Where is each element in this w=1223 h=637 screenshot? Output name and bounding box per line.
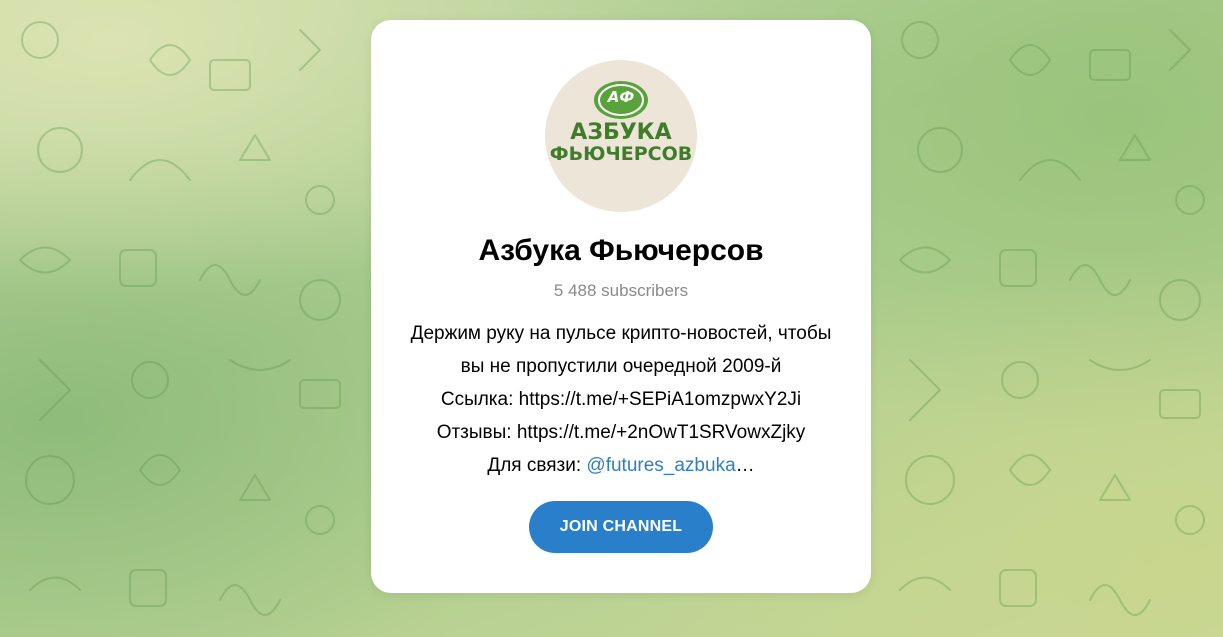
channel-title: Азбука Фьючерсов bbox=[478, 234, 764, 267]
logo-line-2: ФЬЮЧЕРСОВ bbox=[549, 143, 693, 165]
description-line: Держим руку на пульсе крипто-новостей, ч… bbox=[410, 323, 832, 344]
subscriber-count: 5 488 subscribers bbox=[553, 281, 689, 300]
contact-prefix: Для связи: bbox=[487, 455, 587, 476]
join-channel-button[interactable]: JOIN CHANNEL bbox=[529, 501, 713, 553]
description-line: Отзывы: https://t.me/+2nOwT1SRVowxZjky bbox=[436, 422, 806, 443]
channel-description: Держим руку на пульсе крипто-новостей, ч… bbox=[391, 317, 851, 482]
contact-mention-link[interactable]: @futures_azbuka bbox=[586, 455, 735, 476]
channel-avatar: АФ АЗБУКА ФЬЮЧЕРСОВ bbox=[545, 60, 697, 212]
logo-line-1: АЗБУКА bbox=[570, 120, 672, 145]
logo-monogram: АФ bbox=[607, 88, 635, 106]
description-line: вы не пропустили очередной 2009-й bbox=[460, 356, 782, 377]
description-contact-line: Для связи: @futures_azbuka… bbox=[391, 449, 851, 482]
description-line: Ссылка: https://t.me/+SEPiA1omzpwxY2Ji bbox=[440, 389, 802, 410]
channel-card: АФ АЗБУКА ФЬЮЧЕРСОВ Азбука Фьючерсов 5 4… bbox=[371, 20, 871, 593]
contact-ellipsis: … bbox=[735, 455, 755, 476]
